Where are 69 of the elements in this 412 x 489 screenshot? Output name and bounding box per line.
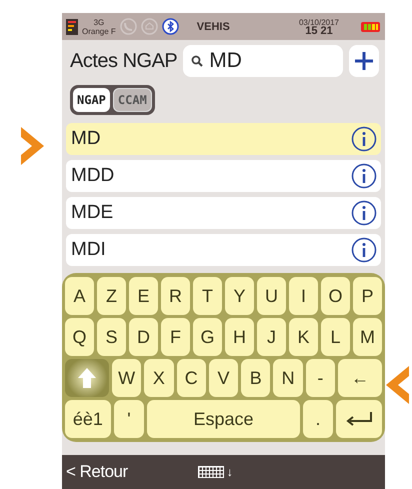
keyboard-key[interactable]: T xyxy=(193,277,222,315)
chevron-right-icon xyxy=(18,127,44,165)
result-row[interactable]: MD xyxy=(66,123,381,155)
chevron-left-icon xyxy=(386,366,412,404)
time-text: 15 21 xyxy=(305,26,333,36)
info-icon[interactable] xyxy=(351,200,377,226)
keyboard-key[interactable]: U xyxy=(257,277,286,315)
bluetooth-icon xyxy=(162,18,179,35)
info-icon[interactable] xyxy=(351,163,377,189)
keyboard-key[interactable]: H xyxy=(225,318,254,356)
info-icon[interactable] xyxy=(351,126,377,152)
back-button[interactable]: < Retour xyxy=(66,462,128,482)
info-icon[interactable] xyxy=(351,237,377,263)
enter-key[interactable] xyxy=(336,400,382,438)
signal-icon xyxy=(66,18,78,34)
keyboard-key[interactable]: O xyxy=(321,277,350,315)
keyboard-key[interactable]: éè1 xyxy=(65,400,111,438)
keyboard-key[interactable]: F xyxy=(161,318,190,356)
up-arrow-icon xyxy=(78,368,96,388)
keyboard-key[interactable]: C xyxy=(176,359,206,397)
keyboard-key[interactable]: V xyxy=(208,359,238,397)
date-text: 03/10/2017 xyxy=(298,18,339,26)
search-field[interactable]: MD xyxy=(183,45,343,77)
keyboard-key[interactable]: M xyxy=(353,318,382,356)
screen-title: Actes NGAP xyxy=(70,50,178,72)
keyboard-key[interactable]: I xyxy=(289,277,318,315)
battery-icon xyxy=(361,22,381,32)
keyboard-key[interactable]: B xyxy=(241,359,270,397)
result-label: MD xyxy=(71,128,101,150)
plus-icon xyxy=(354,51,374,71)
keyboard-key[interactable]: J xyxy=(257,318,286,356)
add-button[interactable] xyxy=(349,45,379,77)
keyboard-key[interactable]: ← xyxy=(338,359,382,397)
space-key[interactable]: Espace xyxy=(147,400,300,438)
keyboard-key[interactable]: K xyxy=(289,318,318,356)
keyboard-key[interactable]: A xyxy=(65,277,94,315)
result-label: MDD xyxy=(71,165,114,187)
network-type: 3G xyxy=(94,18,104,26)
keyboard-key[interactable]: . xyxy=(302,400,334,438)
keyboard-icon xyxy=(198,466,224,478)
keyboard-key[interactable]: L xyxy=(321,318,350,356)
keyboard-key[interactable]: R xyxy=(161,277,190,315)
keyboard-key[interactable]: G xyxy=(193,318,222,356)
keyboard-key[interactable]: Q xyxy=(65,318,94,356)
keyboard-key[interactable]: E xyxy=(129,277,158,315)
search-icon xyxy=(191,55,204,67)
result-row[interactable]: MDE xyxy=(66,197,381,229)
segment-tab[interactable]: CCAM xyxy=(112,88,152,112)
keyboard-key[interactable]: - xyxy=(306,359,336,397)
result-label: MDI xyxy=(71,239,106,261)
app-name: VEHIS xyxy=(196,20,230,32)
keyboard-key[interactable]: Z xyxy=(97,277,126,315)
shift-key[interactable] xyxy=(65,359,109,397)
keyboard-key[interactable]: ' xyxy=(114,400,144,438)
keyboard-key[interactable]: X xyxy=(144,359,174,397)
result-label: MDE xyxy=(71,202,114,224)
result-row[interactable]: MDI xyxy=(66,234,381,266)
result-row[interactable]: MDD xyxy=(66,160,381,192)
keyboard-hide-button[interactable]: ↓ xyxy=(198,465,233,479)
keyboard-key[interactable]: D xyxy=(129,318,158,356)
return-arrow-icon xyxy=(345,412,374,426)
keyboard-key[interactable]: S xyxy=(97,318,126,356)
keyboard-key[interactable]: P xyxy=(353,277,382,315)
segment-tab[interactable]: NGAP xyxy=(73,88,110,112)
keyboard-key[interactable]: Y xyxy=(225,277,254,315)
carrier-name: Orange F xyxy=(82,26,116,36)
phone-icon xyxy=(120,18,137,35)
keyboard-key[interactable]: N xyxy=(273,359,303,397)
keyboard-key[interactable]: W xyxy=(112,359,142,397)
